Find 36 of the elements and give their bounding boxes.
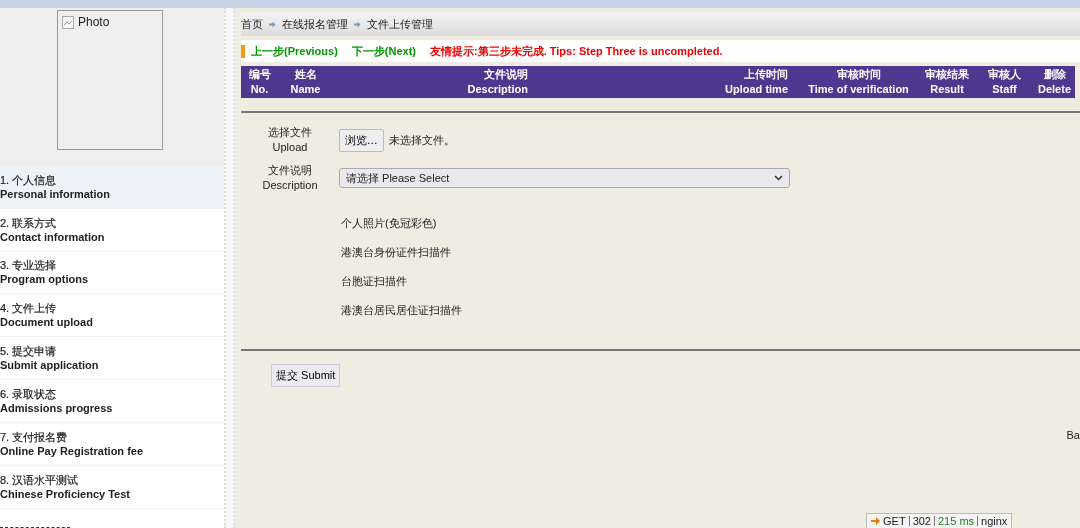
debug-time: 215 ms: [938, 515, 975, 527]
sidebar-item[interactable]: 1. 个人信息 Personal information: [0, 165, 224, 209]
cut-text: Ba: [1066, 429, 1080, 441]
document-item: 港澳台居民居住证扫描件: [341, 304, 463, 317]
document-item: 港澳台身份证件扫描件: [341, 246, 452, 259]
submit-button[interactable]: 提交 Submit: [271, 364, 341, 387]
column-header: 审核时间 Time of verification: [807, 67, 910, 97]
debug-status: 302: [912, 515, 931, 527]
document-item: 台胞证扫描件: [341, 275, 408, 288]
debug-method: GET: [883, 515, 906, 527]
field-label: 文件说明 Description: [261, 163, 319, 193]
chevron-down-icon: [774, 175, 783, 181]
browse-button[interactable]: 浏览...: [339, 128, 384, 152]
step-marker: [241, 44, 245, 58]
column-header: 文件说明 Description: [466, 67, 529, 97]
column-header: 上传时间 Upload time: [724, 67, 789, 97]
breadcrumb-link[interactable]: 文件上传管理: [367, 16, 433, 32]
document-item: 个人照片(免冠彩色): [341, 217, 438, 230]
broken-image-icon: [62, 15, 74, 29]
photo-alt-text: Photo: [78, 15, 110, 29]
arrow-icon: [871, 517, 880, 525]
column-header: 审核人 Staff: [987, 67, 1022, 97]
breadcrumb-link[interactable]: 在线报名管理: [282, 16, 348, 32]
next-link[interactable]: 下一步(Next): [351, 43, 416, 59]
column-header: 编号 No.: [247, 67, 272, 97]
debug-server: nginx: [981, 515, 1008, 527]
previous-link[interactable]: 上一步(Previous): [251, 43, 338, 59]
column-header: 审核结果 Result: [924, 67, 970, 97]
description-select[interactable]: 请选择 Please Select: [339, 168, 790, 188]
field-label: 选择文件 Upload: [267, 125, 313, 155]
tip-text: 友情提示:第三步未完成. Tips: Step Three is uncompleted.: [429, 43, 723, 59]
column-header: 删除 Delete: [1037, 67, 1072, 97]
breadcrumb-link[interactable]: 首页: [241, 16, 263, 32]
column-header: 姓名 Name: [289, 67, 322, 97]
panel-splitter[interactable]: [224, 8, 235, 528]
file-status: 未选择文件。: [388, 132, 455, 148]
